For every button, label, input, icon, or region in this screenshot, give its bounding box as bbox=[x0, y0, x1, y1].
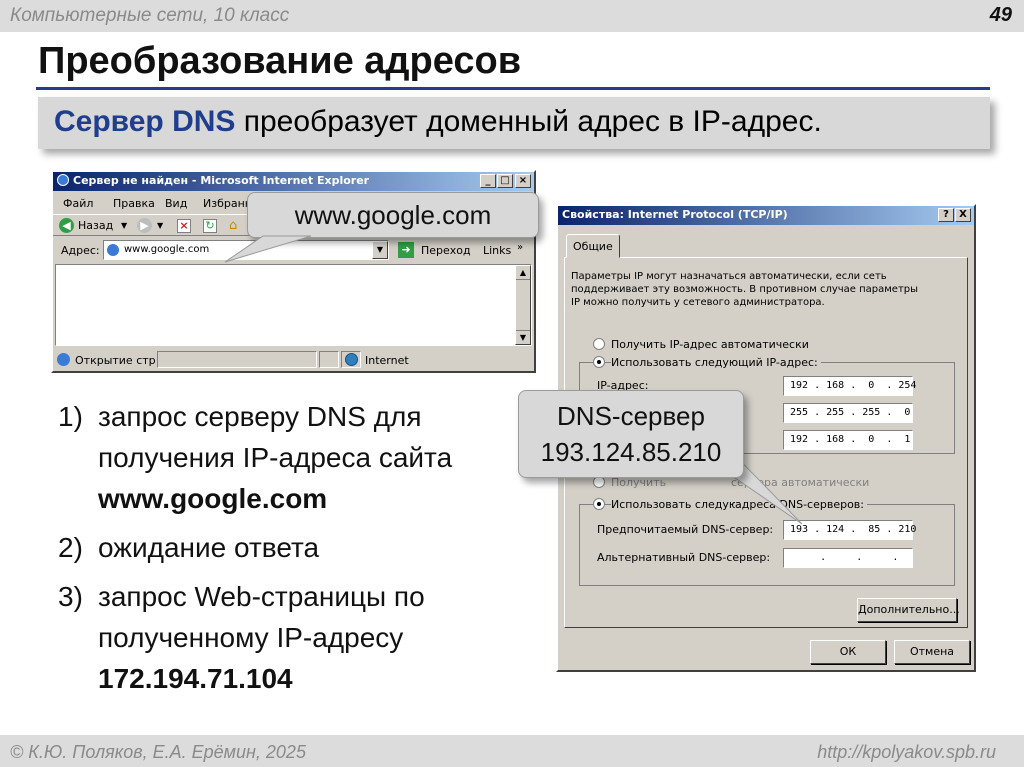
globe-icon bbox=[345, 353, 358, 366]
site-link[interactable]: http://kpolyakov.spb.ru bbox=[817, 742, 996, 763]
dns-callout: DNS-сервер 193.124.85.210 bbox=[518, 390, 744, 478]
step-number: 1) bbox=[58, 401, 83, 432]
go-button-label[interactable]: Переход bbox=[421, 244, 471, 257]
close-button[interactable]: X bbox=[955, 208, 971, 222]
radio-manual-ip[interactable] bbox=[593, 356, 605, 368]
dropdown-arrow-icon[interactable]: ▼ bbox=[121, 221, 127, 230]
description-text: Параметры IP могут назначаться автоматич… bbox=[571, 271, 919, 308]
menu-item-view[interactable]: Вид bbox=[165, 197, 187, 210]
back-arrow-icon[interactable]: ◀ bbox=[59, 218, 74, 233]
slide-footer-bar: © К.Ю. Поляков, Е.А. Ерёмин, 2025 http:/… bbox=[0, 735, 1024, 767]
address-label: Адрес: bbox=[61, 244, 100, 257]
forward-arrow-icon[interactable]: ▶ bbox=[137, 218, 152, 233]
dropdown-arrow-icon[interactable]: ▼ bbox=[157, 221, 163, 230]
radio-auto-ip[interactable] bbox=[593, 338, 605, 350]
go-arrow-icon[interactable]: ➜ bbox=[398, 242, 414, 258]
dialog-title: Свойства: Internet Protocol (TCP/IP) bbox=[562, 208, 788, 221]
page-icon bbox=[107, 244, 119, 256]
steps-list: 1) запрос серверу DNS для получения IP-а… bbox=[58, 396, 452, 699]
radio-manual-dns[interactable] bbox=[593, 498, 605, 510]
refresh-icon[interactable]: ↻ bbox=[203, 219, 217, 233]
step-text: запрос серверу DNS для bbox=[98, 401, 422, 432]
radio-manual-ip-label: Использовать следующий IP-адрес: bbox=[611, 356, 821, 369]
advanced-button[interactable]: Дополнительно... bbox=[857, 598, 960, 622]
step-domain: www.google.com bbox=[98, 483, 328, 514]
dns-callout-line2: 193.124.85.210 bbox=[540, 437, 722, 467]
help-button[interactable]: ? bbox=[938, 208, 954, 222]
authors-label: © К.Ю. Поляков, Е.А. Ерёмин, 2025 bbox=[10, 742, 306, 762]
step-number: 2) bbox=[58, 532, 83, 563]
tab-general-label: Общие bbox=[573, 240, 613, 253]
scroll-down-arrow-icon[interactable]: ▼ bbox=[516, 330, 530, 344]
dialog-titlebar: Свойства: Internet Protocol (TCP/IP) ? X bbox=[558, 206, 974, 225]
ok-button[interactable]: ОК bbox=[810, 640, 886, 664]
step-text: запрос Web-страницы по bbox=[98, 581, 425, 612]
cancel-button[interactable]: Отмена bbox=[894, 640, 970, 664]
step-text: ожидание ответа bbox=[98, 532, 320, 563]
list-item: 3) запрос Web-страницы по полученному IP… bbox=[58, 576, 452, 699]
status-text: Открытие стр bbox=[75, 354, 156, 367]
zone-text: Internet bbox=[365, 354, 409, 367]
page-title: Преобразование адресов bbox=[38, 40, 522, 82]
stop-icon[interactable]: × bbox=[177, 219, 191, 233]
browser-titlebar: Сервер не найден - Microsoft Internet Ex… bbox=[53, 172, 534, 191]
dns-callout-line1: DNS-сервер bbox=[557, 401, 705, 431]
address-dropdown-button[interactable]: ▼ bbox=[372, 241, 388, 259]
maximize-button[interactable]: □ bbox=[497, 174, 513, 188]
slide-header-bar: Компьютерные сети, 10 класс 49 bbox=[0, 0, 1024, 32]
status-progress-field bbox=[157, 351, 317, 368]
ip-address-field[interactable]: 192 . 168 . 0 . 254 bbox=[783, 376, 916, 396]
home-icon[interactable]: ⌂ bbox=[229, 218, 245, 233]
scroll-up-arrow-icon[interactable]: ▲ bbox=[516, 266, 530, 280]
lead-text: преобразует доменный адрес в IP-адрес. bbox=[235, 105, 822, 138]
domain-callout-pointer bbox=[224, 235, 312, 263]
lead-statement: Сервер DNS преобразует доменный адрес в … bbox=[38, 97, 990, 149]
browser-content-area[interactable]: ▲ ▼ bbox=[55, 264, 532, 346]
status-panel bbox=[319, 351, 339, 368]
chevron-right-icon[interactable]: » bbox=[517, 242, 523, 253]
step-text: полученному IP-адресу bbox=[98, 622, 404, 653]
title-divider bbox=[36, 87, 990, 90]
lead-highlight: Сервер DNS bbox=[54, 105, 236, 138]
domain-callout-text: www.google.com bbox=[294, 200, 492, 230]
links-label[interactable]: Links bbox=[483, 244, 511, 257]
back-button-label[interactable]: Назад bbox=[78, 219, 113, 232]
step-text: получения IP-адреса сайта bbox=[98, 442, 453, 473]
close-button[interactable]: × bbox=[515, 174, 531, 188]
tab-general[interactable]: Общие bbox=[566, 234, 620, 258]
minimize-button[interactable]: _ bbox=[480, 174, 496, 188]
browser-statusbar: Открытие стр Internet bbox=[53, 350, 534, 370]
list-item: 1) запрос серверу DNS для получения IP-а… bbox=[58, 396, 452, 519]
vertical-scrollbar[interactable]: ▲ ▼ bbox=[515, 265, 531, 345]
address-value: www.google.com bbox=[124, 244, 210, 255]
menu-item-edit[interactable]: Правка bbox=[113, 197, 155, 210]
ie-icon bbox=[57, 174, 69, 186]
step-ip: 172.194.71.104 bbox=[98, 663, 293, 694]
list-item: 2) ожидание ответа bbox=[58, 527, 452, 568]
loading-page-icon bbox=[57, 353, 70, 366]
course-label: Компьютерные сети, 10 класс bbox=[10, 5, 290, 26]
menu-item-file[interactable]: Файл bbox=[63, 197, 93, 210]
page-number: 49 bbox=[989, 4, 1012, 26]
browser-title: Сервер не найден - Microsoft Internet Ex… bbox=[73, 174, 370, 187]
radio-auto-ip-label: Получить IP-адрес автоматически bbox=[611, 338, 809, 351]
menu-item-favorites[interactable]: Избранн bbox=[203, 197, 252, 210]
step-number: 3) bbox=[58, 581, 83, 612]
subnet-mask-field[interactable]: 255 . 255 . 255 . 0 bbox=[783, 403, 913, 423]
